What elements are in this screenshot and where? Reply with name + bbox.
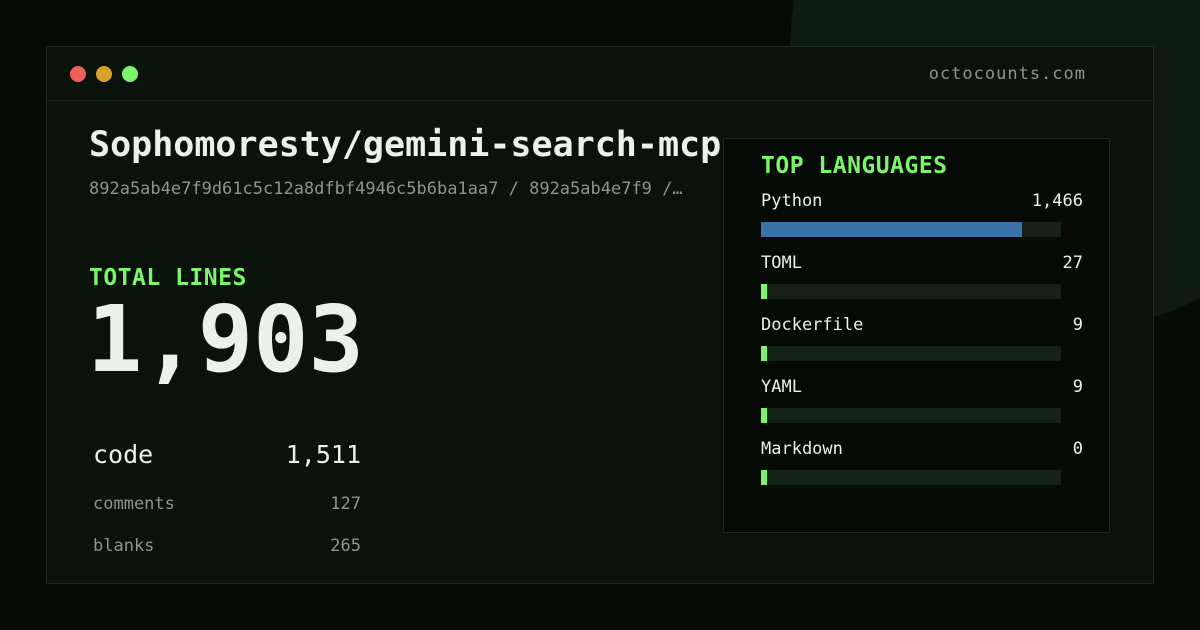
language-name: TOML: [761, 253, 802, 273]
language-line-count: 0: [1072, 439, 1083, 459]
repo-title: Sophomoresty/gemini-search-mcp: [89, 125, 722, 165]
language-bar-fill: [761, 470, 767, 485]
titlebar: octocounts.com: [47, 47, 1153, 101]
language-row-toml: TOML 27: [761, 253, 1083, 303]
close-window-button[interactable]: [70, 66, 86, 82]
total-lines-value: 1,903: [87, 286, 364, 393]
top-languages-panel: TOP LANGUAGES Python 1,466 TOML 27 Docke…: [723, 138, 1110, 533]
app-window: octocounts.com Sophomoresty/gemini-searc…: [46, 46, 1154, 584]
language-row-python: Python 1,466: [761, 191, 1083, 241]
language-bar-fill: [761, 408, 767, 423]
language-bar-fill: [761, 222, 1022, 237]
language-bar-track: [761, 408, 1061, 423]
language-line-count: 1,466: [1031, 191, 1083, 211]
language-bar-track: [761, 222, 1061, 237]
stat-value: 1,511: [285, 440, 361, 469]
language-row-yaml: YAML 9: [761, 377, 1083, 427]
minimize-window-button[interactable]: [96, 66, 112, 82]
stat-value: 127: [330, 494, 361, 514]
language-row-dockerfile: Dockerfile 9: [761, 315, 1083, 365]
language-name: Dockerfile: [761, 315, 864, 335]
stat-name: code: [93, 440, 154, 469]
domain-label: octocounts.com: [928, 64, 1086, 84]
language-name: YAML: [761, 377, 802, 397]
stat-name: comments: [93, 494, 175, 514]
page: octocounts.com Sophomoresty/gemini-searc…: [0, 0, 1200, 630]
language-bar-fill: [761, 284, 767, 299]
maximize-window-button[interactable]: [122, 66, 138, 82]
language-bar-track: [761, 346, 1061, 361]
language-bar-track: [761, 284, 1061, 299]
stat-value: 265: [330, 536, 361, 556]
language-name: Markdown: [761, 439, 843, 459]
language-bar-track: [761, 470, 1061, 485]
language-line-count: 9: [1072, 377, 1083, 397]
stat-name: blanks: [93, 536, 155, 556]
language-name: Python: [761, 191, 823, 211]
language-line-count: 27: [1062, 253, 1083, 273]
top-languages-title: TOP LANGUAGES: [761, 153, 948, 179]
language-row-markdown: Markdown 0: [761, 439, 1083, 489]
language-bar-fill: [761, 346, 767, 361]
commit-hash-line: 892a5ab4e7f9d61c5c12a8dfbf4946c5b6ba1aa7…: [89, 179, 683, 199]
language-line-count: 9: [1072, 315, 1083, 335]
